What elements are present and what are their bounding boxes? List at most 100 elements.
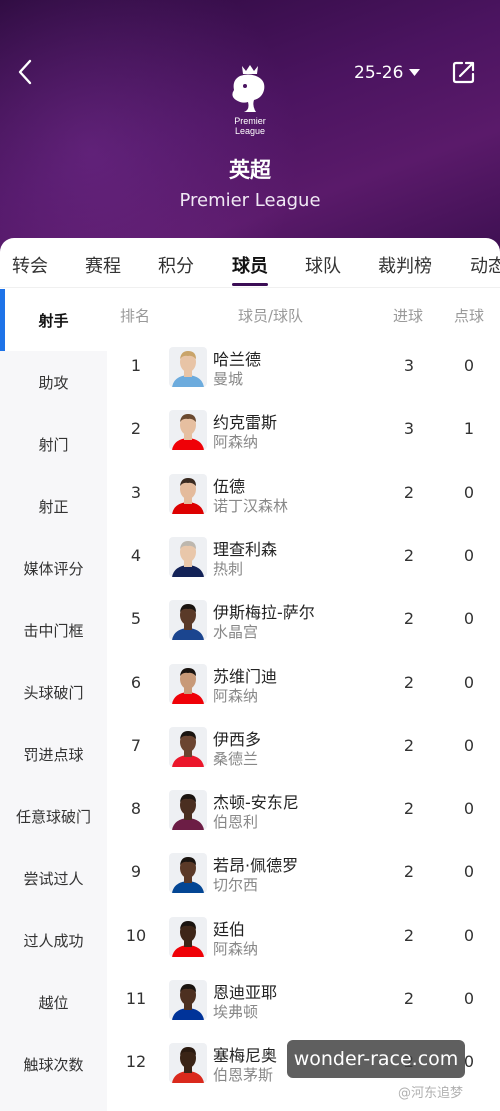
column-header-goals: 进球	[393, 307, 424, 325]
tab-news[interactable]: 动态	[470, 252, 500, 278]
player-goals: 2	[403, 925, 415, 945]
tab-schedule[interactable]: 赛程	[85, 252, 121, 278]
sidebar-item-dribbles-attempted[interactable]: 尝试过人	[0, 847, 107, 909]
player-goals: 2	[403, 989, 415, 1008]
player-row[interactable]: 11 恩迪亚耶 埃弗顿 2 0	[107, 969, 500, 1032]
tab-transfer[interactable]: 转会	[12, 252, 48, 278]
player-avatar[interactable]	[169, 410, 207, 451]
player-goals: 2	[403, 609, 415, 629]
sidebar-item-shots[interactable]: 射门	[0, 413, 107, 475]
sidebar-item-offsides[interactable]: 越位	[0, 971, 107, 1033]
player-team: 阿森纳	[213, 939, 259, 958]
tab-referees[interactable]: 裁判榜	[378, 252, 432, 278]
player-avatar[interactable]	[169, 663, 207, 704]
player-name[interactable]: 若昂·佩德罗	[213, 852, 298, 876]
watermark-text: wonder-race.com	[293, 1048, 459, 1070]
player-name[interactable]: 恩迪亚耶	[213, 979, 277, 1003]
player-row[interactable]: 2 约克雷斯 阿森纳 3 1	[107, 399, 500, 462]
player-avatar[interactable]	[169, 473, 207, 514]
back-button[interactable]	[10, 54, 40, 90]
sidebar-item-penalty-goals[interactable]: 罚进点球	[0, 723, 107, 785]
player-rank: 4	[130, 545, 142, 565]
player-name[interactable]: 伊斯梅拉-萨尔	[213, 599, 315, 623]
player-row[interactable]: 6 苏维门迪 阿森纳 2 0	[107, 653, 500, 716]
tab-bar: 转会 赛程 积分 球员 球队 裁判榜 动态	[0, 238, 500, 288]
player-team: 桑德兰	[213, 749, 259, 768]
player-name[interactable]: 哈兰德	[213, 346, 261, 370]
player-name[interactable]: 约克雷斯	[213, 409, 277, 433]
player-penalties: 0	[463, 799, 475, 819]
player-name[interactable]: 苏维门迪	[213, 663, 277, 687]
tab-teams[interactable]: 球队	[305, 252, 341, 278]
column-header-player: 球员/球队	[238, 307, 304, 325]
svg-text:Premier: Premier	[234, 116, 266, 126]
player-goals: 3	[403, 356, 415, 375]
player-row[interactable]: 10 廷伯 阿森纳 2 0	[107, 906, 500, 969]
player-rank: 9	[130, 862, 142, 882]
player-penalties: 0	[463, 925, 475, 945]
sidebar-item-media-rating[interactable]: 媒体评分	[0, 537, 107, 599]
chevron-left-icon	[18, 59, 32, 85]
stat-category-sidebar: 射手 助攻 射门 射正 媒体评分 击中门框 头球破门 罚进点球 任意球破门 尝试…	[0, 289, 107, 1111]
watermark-box: wonder-race.com	[287, 1040, 465, 1078]
player-team: 切尔西	[213, 876, 259, 895]
player-name[interactable]: 理查利森	[213, 536, 277, 560]
player-penalties: 0	[463, 356, 475, 375]
sidebar-item-woodwork[interactable]: 击中门框	[0, 599, 107, 661]
sidebar-item-assists[interactable]: 助攻	[0, 351, 107, 413]
share-button[interactable]	[450, 58, 478, 86]
column-header-penalties: 点球	[454, 307, 485, 325]
sidebar-item-dribbles-won[interactable]: 过人成功	[0, 909, 107, 971]
player-name[interactable]: 廷伯	[213, 916, 245, 940]
player-name[interactable]: 塞梅尼奥	[213, 1042, 277, 1066]
sidebar-item-headed-goals[interactable]: 头球破门	[0, 661, 107, 723]
player-avatar[interactable]	[169, 726, 207, 767]
player-avatar[interactable]	[169, 600, 207, 641]
player-row[interactable]: 7 伊西多 桑德兰 2 0	[107, 716, 500, 779]
player-row[interactable]: 3 伍德 诺丁汉森林 2 0	[107, 463, 500, 526]
player-avatar[interactable]	[169, 536, 207, 577]
player-row[interactable]: 5 伊斯梅拉-萨尔 水晶宫 2 0	[107, 589, 500, 652]
svg-text:League: League	[235, 126, 265, 136]
player-rank: 5	[130, 609, 142, 629]
player-row[interactable]: 1 哈兰德 曼城 3 0	[107, 336, 500, 399]
player-goals: 2	[403, 735, 415, 755]
sidebar-item-free-kick-goals[interactable]: 任意球破门	[0, 785, 107, 847]
player-avatar[interactable]	[169, 916, 207, 957]
player-name[interactable]: 伊西多	[213, 726, 261, 750]
player-goals: 3	[403, 419, 415, 439]
player-goals: 2	[403, 482, 415, 502]
player-penalties: 0	[463, 545, 475, 565]
player-name[interactable]: 杰顿-安东尼	[213, 789, 299, 813]
player-avatar[interactable]	[169, 980, 207, 1020]
player-row[interactable]: 9 若昂·佩德罗 切尔西 2 0	[107, 842, 500, 905]
season-selector[interactable]: 25-26	[354, 60, 421, 86]
player-rank: 6	[130, 672, 142, 692]
league-header: 25-26 Premier League 英超 Premier League	[0, 0, 500, 262]
player-row[interactable]: 8 杰顿-安东尼 伯恩利 2 0	[107, 779, 500, 842]
player-penalties: 0	[463, 735, 475, 755]
player-goals: 2	[403, 545, 415, 565]
player-avatar[interactable]	[169, 790, 207, 831]
player-rank: 3	[130, 482, 142, 502]
sidebar-item-scorers[interactable]: 射手	[0, 289, 107, 351]
column-header-rank: 排名	[120, 307, 151, 325]
player-team: 伯恩利	[213, 813, 259, 832]
tab-standings[interactable]: 积分	[158, 252, 194, 278]
player-penalties: 0	[463, 862, 475, 882]
sidebar-item-touches[interactable]: 触球次数	[0, 1033, 107, 1095]
player-rank: 10	[125, 925, 147, 945]
league-title-en: Premier League	[179, 190, 321, 211]
player-row[interactable]: 4 理查利森 热刺 2 0	[107, 526, 500, 589]
player-team: 阿森纳	[213, 433, 259, 452]
player-avatar[interactable]	[169, 347, 207, 387]
sidebar-item-shots-on-target[interactable]: 射正	[0, 475, 107, 537]
player-avatar[interactable]	[169, 1043, 207, 1084]
player-name[interactable]: 伍德	[213, 473, 245, 497]
player-goals: 2	[403, 672, 415, 692]
tab-players[interactable]: 球员	[232, 252, 268, 278]
player-penalties: 0	[463, 989, 475, 1008]
player-avatar[interactable]	[169, 853, 207, 894]
player-team: 热刺	[213, 559, 244, 578]
season-label: 25-26	[354, 63, 404, 83]
